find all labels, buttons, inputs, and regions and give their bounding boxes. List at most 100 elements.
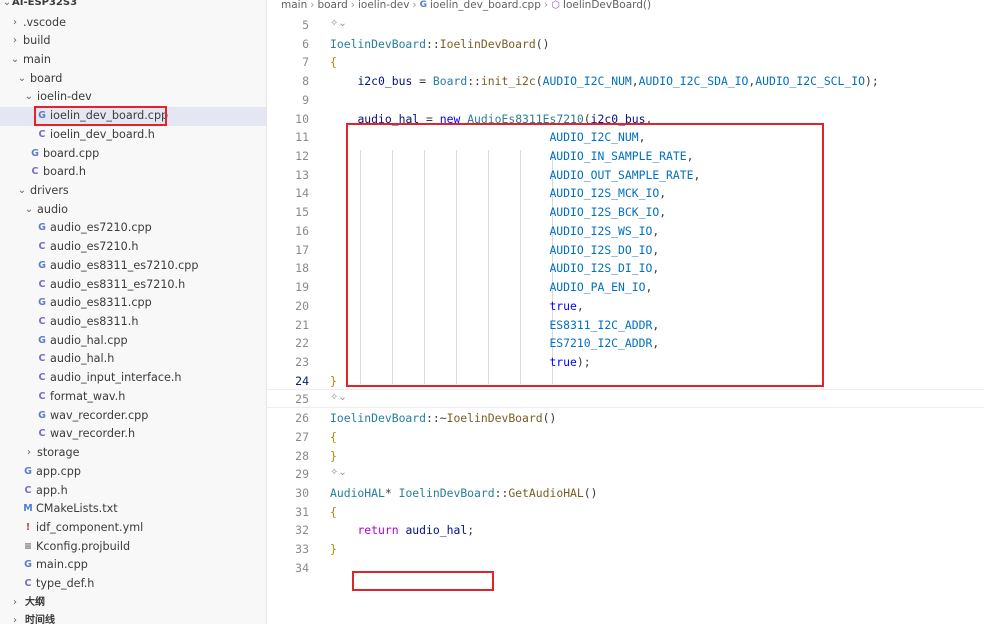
chevron-right-icon: › xyxy=(13,597,17,608)
tree-folder[interactable]: ⌄ board xyxy=(0,70,266,89)
line-number: 9 xyxy=(302,92,309,107)
code-line: AudioHAL* IoelinDevBoard::GetAudioHAL() xyxy=(330,486,597,500)
code-token: AUDIO_I2C_SCL_IO xyxy=(755,74,865,89)
chevron-down-icon: ⌄ xyxy=(24,91,34,103)
code-token: IoelinDevBoard xyxy=(330,411,427,426)
code-token: ); xyxy=(864,74,879,89)
tree-file[interactable]: Caudio_es8311_es7210.h xyxy=(0,276,266,295)
line-number: 19 xyxy=(295,280,309,295)
chevron-right-icon: › xyxy=(13,16,17,28)
breadcrumb-item-symbol[interactable]: IoelinDevBoard() xyxy=(563,0,651,11)
tree-folder-label: build xyxy=(23,34,51,48)
line-number: 8 xyxy=(302,74,309,89)
c-header-file-icon: C xyxy=(31,166,39,178)
tree-file[interactable]: ! idf_component.yml xyxy=(0,519,266,538)
tree-folder[interactable]: › storage xyxy=(0,444,266,463)
line-number: 22 xyxy=(295,336,309,351)
code-line: { xyxy=(330,505,337,519)
line-number: 25 xyxy=(295,392,309,407)
c-header-file-icon: C xyxy=(24,484,32,496)
tree-file[interactable]: ≡ Kconfig.projbuild xyxy=(0,538,266,557)
tree-file-label: type_def.h xyxy=(36,577,95,591)
sparkle-chevron-icon[interactable]: ✧⌄ xyxy=(330,467,347,478)
line-number: 26 xyxy=(295,411,309,426)
timeline-section-label: 时间线 xyxy=(25,615,55,624)
outline-section[interactable]: › 大纲 xyxy=(0,594,266,613)
code-token: AUDIO_I2C_SDA_IO xyxy=(638,74,749,89)
tree-folder-label: audio xyxy=(37,202,69,216)
tree-folder[interactable]: ⌄ ioelin-dev xyxy=(0,88,266,107)
code-editor[interactable]: 5 6 ✧⌄ IoelinDevBoard::IoelinDevBoard() 7{8 … xyxy=(267,13,984,624)
tree-file[interactable]: Caudio_es7210.h xyxy=(0,238,266,257)
tree-folder[interactable]: ⌄ audio xyxy=(0,201,266,220)
code-line: return audio_hal; xyxy=(330,523,474,537)
tree-folder-label: board xyxy=(30,71,63,85)
chevron-down-icon: ⌄ xyxy=(10,53,20,65)
line-number: 14 xyxy=(295,186,309,201)
tree-file[interactable]: M CMakeLists.txt xyxy=(0,500,266,519)
explorer-project-header[interactable]: ⌄ AI-ESP32S3 xyxy=(0,0,266,13)
tree-file[interactable]: Cformat_wav.h xyxy=(0,388,266,407)
code-token: AudioHAL xyxy=(330,486,385,500)
chevron-right-icon: › xyxy=(13,615,17,624)
chevron-right-icon: › xyxy=(27,447,31,459)
c-header-file-icon: C xyxy=(38,353,46,365)
line-number: 16 xyxy=(295,223,309,238)
tree-file[interactable]: Gaudio_hal.cpp xyxy=(0,332,266,351)
tree-file[interactable]: Capp.h xyxy=(0,482,266,501)
tree-file[interactable]: Cwav_recorder.h xyxy=(0,425,266,444)
tree-folder[interactable]: ⌄ main xyxy=(0,51,266,70)
tree-folder[interactable]: ⌄ drivers xyxy=(0,182,266,201)
chevron-down-icon: ⌄ xyxy=(17,184,27,196)
tree-file[interactable]: Gapp.cpp xyxy=(0,463,266,482)
tree-file[interactable]: Cboard.h xyxy=(0,163,266,182)
tree-folder[interactable]: › .vscode xyxy=(0,14,266,33)
tree-file[interactable]: Gaudio_es7210.cpp xyxy=(0,219,266,238)
breadcrumb-item-board[interactable]: board xyxy=(317,0,347,11)
tree-file[interactable]: Gmain.cpp xyxy=(0,556,266,575)
breadcrumb-item-file[interactable]: ioelin_dev_board.cpp xyxy=(430,0,541,11)
sparkle-chevron-icon[interactable]: ✧⌄ xyxy=(330,392,347,403)
tree-folder[interactable]: › build xyxy=(0,32,266,51)
tree-file-label: Kconfig.projbuild xyxy=(36,539,131,553)
code-token: { xyxy=(330,504,337,519)
tree-file[interactable]: Gaudio_es8311_es7210.cpp xyxy=(0,257,266,276)
tree-file[interactable]: Gwav_recorder.cpp xyxy=(0,407,266,426)
tree-file[interactable]: Caudio_hal.h xyxy=(0,350,266,369)
code-token: :: xyxy=(467,74,481,89)
tree-file[interactable]: Ctype_def.h xyxy=(0,575,266,594)
breadcrumb-item-main[interactable]: main xyxy=(281,0,307,11)
tree-file-label: audio_es7210.cpp xyxy=(50,221,152,235)
line-number: 29 xyxy=(295,467,309,482)
tree-file-label: audio_hal.cpp xyxy=(50,333,128,347)
c-header-file-icon: C xyxy=(38,390,46,402)
breadcrumb-item-ioelin-dev[interactable]: ioelin-dev xyxy=(358,0,409,11)
line-number: 30 xyxy=(295,486,309,500)
tree-file-label: audio_input_interface.h xyxy=(50,371,182,385)
return-highlight-box xyxy=(352,571,494,591)
tree-file[interactable]: Cioelin_dev_board.h xyxy=(0,126,266,145)
tree-file[interactable]: Gaudio_es8311.cpp xyxy=(0,294,266,313)
chevron-right-icon: › xyxy=(350,0,355,11)
line-number: 21 xyxy=(295,317,309,332)
tree-folder-label: .vscode xyxy=(23,15,66,29)
tree-file-label: wav_recorder.h xyxy=(50,427,136,441)
c-header-file-icon: C xyxy=(38,372,46,384)
code-token: IoelinDevBoard xyxy=(330,36,427,51)
tree-file-label: audio_hal.h xyxy=(50,352,115,366)
project-title: AI-ESP32S3 xyxy=(12,0,78,8)
tree-file[interactable]: Gboard.cpp xyxy=(0,145,266,164)
code-token: { xyxy=(330,55,337,70)
line-number: 20 xyxy=(295,298,309,313)
tree-file[interactable]: Gioelin_dev_board.cpp xyxy=(0,106,266,127)
c-header-file-icon: C xyxy=(38,128,46,140)
code-token: Board xyxy=(432,74,468,89)
explorer-sidebar: ⌄ AI-ESP32S3 › .vscode › build ⌄ main ⌄ board ⌄ i… xyxy=(0,0,267,624)
sparkle-chevron-icon[interactable]: ✧⌄ xyxy=(330,18,347,29)
tree-file[interactable]: Caudio_es8311.h xyxy=(0,313,266,332)
breadcrumb: main › board › ioelin-dev › Gioelin_dev_board.… xyxy=(281,0,651,13)
code-token: ( xyxy=(535,74,543,89)
tree-file[interactable]: Caudio_input_interface.h xyxy=(0,369,266,388)
timeline-section[interactable]: › 时间线 xyxy=(0,612,266,624)
